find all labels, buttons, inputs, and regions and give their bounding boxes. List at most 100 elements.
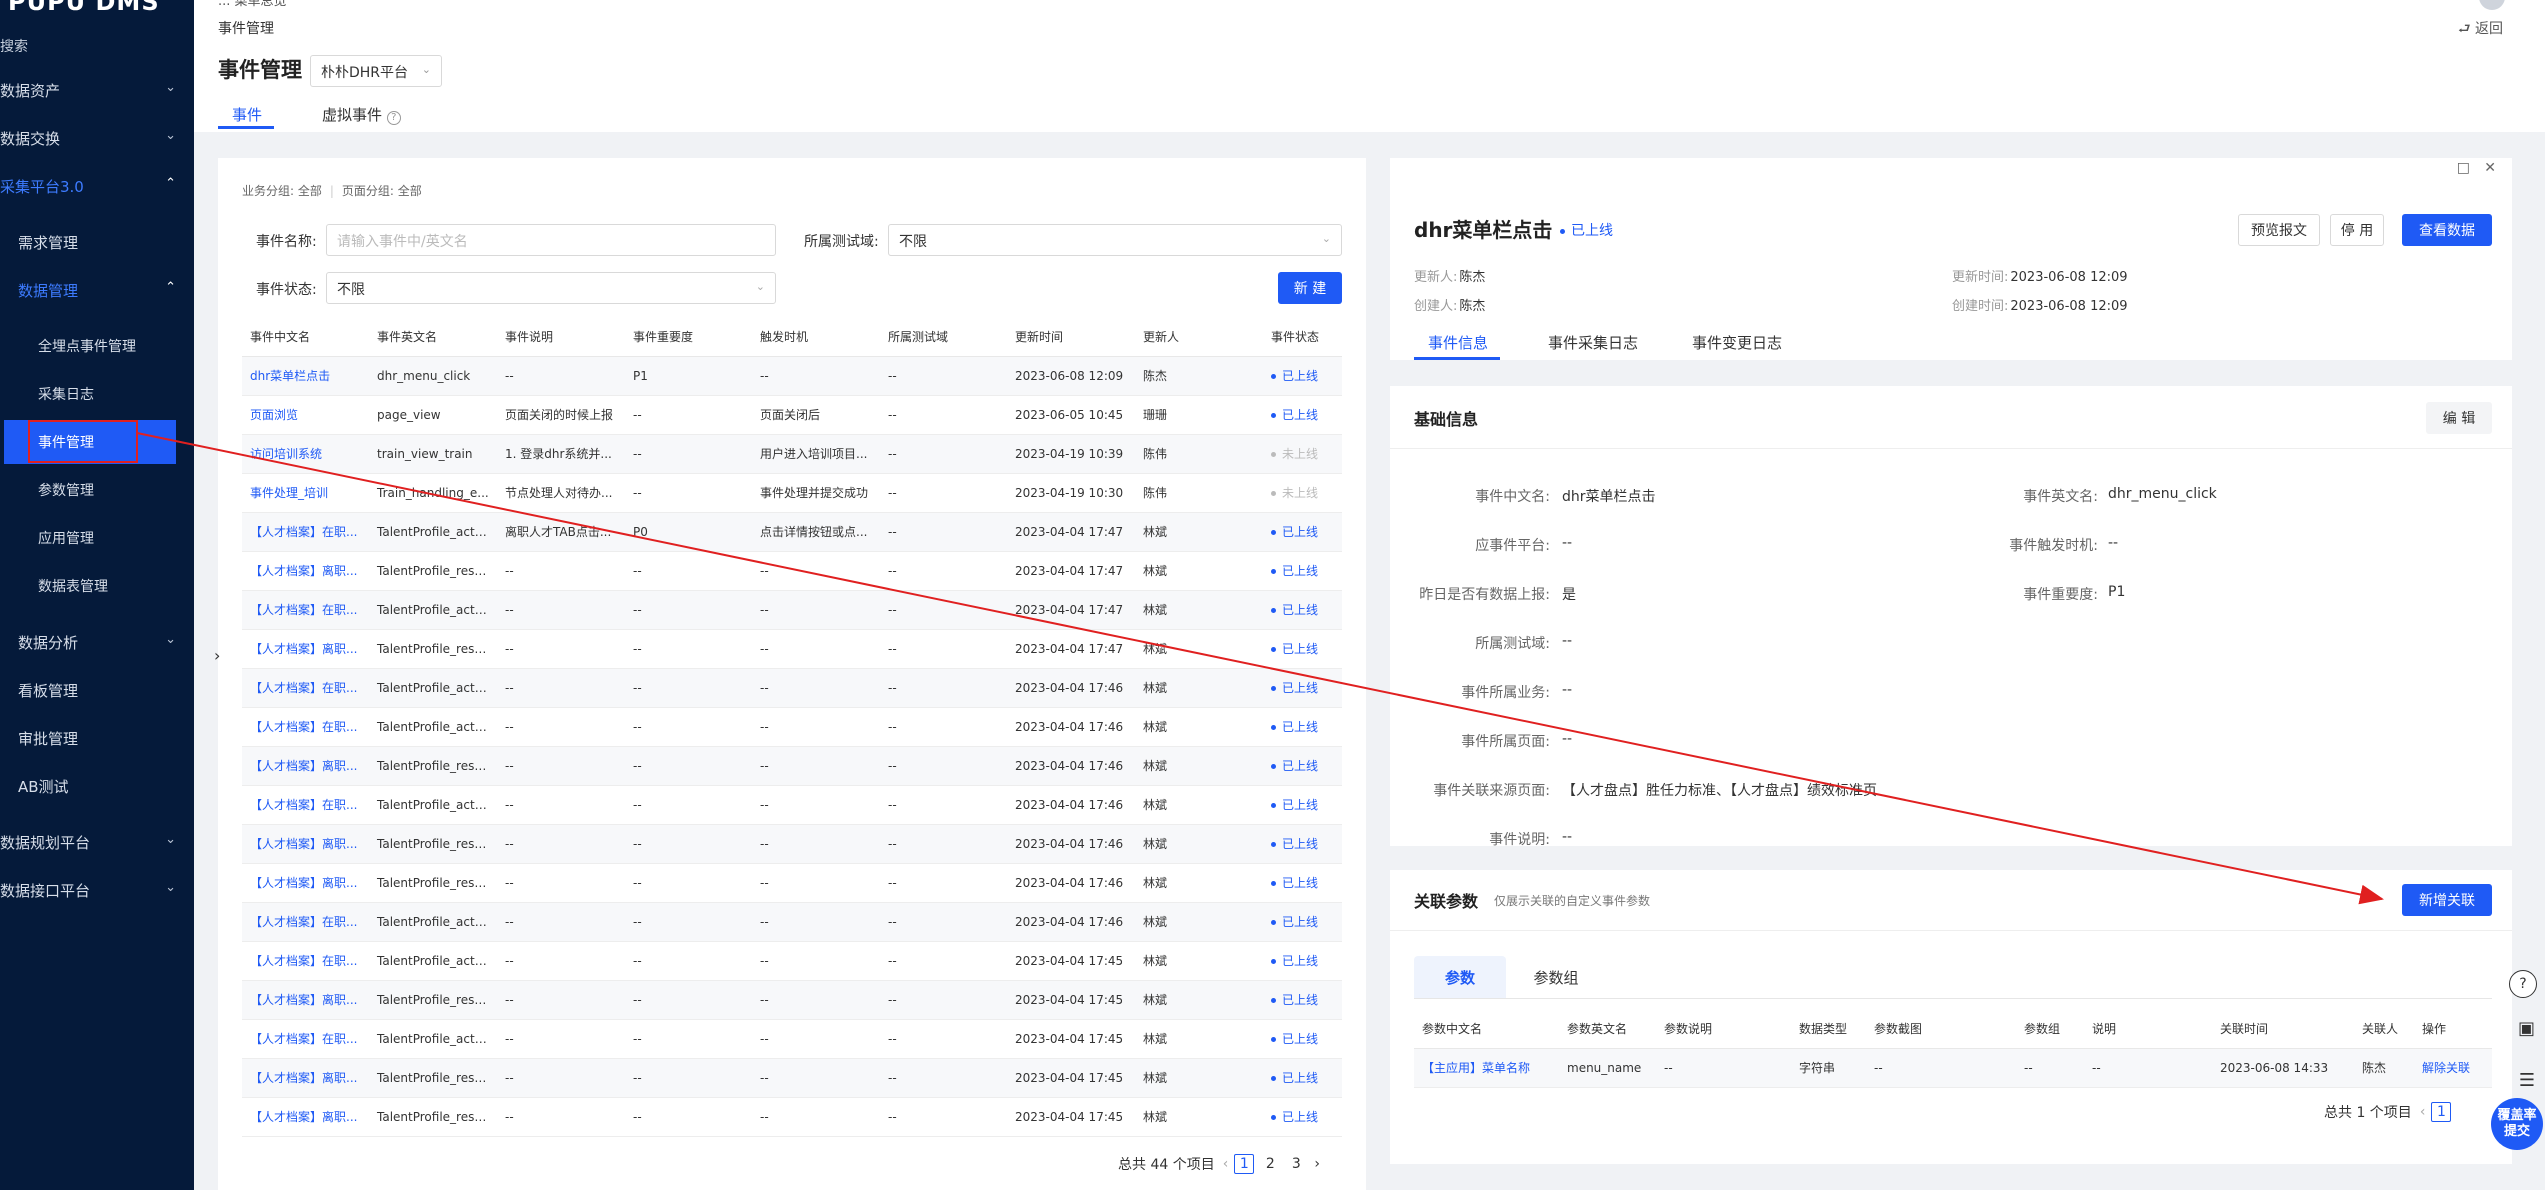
event-name-link[interactable]: 页面浏览 [250, 408, 298, 422]
table-cell[interactable]: 【人才档案】离职... [242, 551, 369, 591]
table-cell[interactable]: 【人才档案】在职... [242, 785, 369, 825]
chevron-left-icon[interactable]: ‹ [1223, 1156, 1229, 1172]
event-name-link[interactable]: 【人才档案】在职... [250, 798, 357, 812]
edit-button[interactable]: 编 辑 [2426, 402, 2492, 434]
event-name-link[interactable]: 【人才档案】在职... [250, 720, 357, 734]
table-cell[interactable]: 【人才档案】在职... [242, 1019, 369, 1059]
tab-param-groups[interactable]: 参数组 [1506, 956, 1606, 998]
sidebar-item-param-management[interactable]: 参数管理 [0, 468, 194, 512]
chevron-right-icon[interactable]: › [1314, 1156, 1320, 1172]
user-avatar[interactable] [2479, 0, 2505, 10]
page-2-button[interactable]: 2 [1260, 1154, 1280, 1174]
table-row[interactable]: 【人才档案】离职... TalentProfile_resi... -- -- -- --… [242, 1058, 1342, 1098]
table-row[interactable]: 【人才档案】离职... TalentProfile_resi... -- -- -- --… [242, 863, 1342, 903]
event-name-link[interactable]: 【人才档案】在职... [250, 681, 357, 695]
table-row[interactable]: 【人才档案】在职... TalentProfile_acti... 离职人才TAB点… [242, 512, 1342, 552]
event-name-link[interactable]: 【人才档案】离职... [250, 759, 357, 773]
sidebar-item-collect-log[interactable]: 采集日志 [0, 372, 194, 416]
table-row[interactable]: 事件处理_培训 Train_handling_e... 节点处理人对待办... -- 事… [242, 473, 1342, 513]
filter-summary-group[interactable]: 业务分组: 全部 [242, 184, 322, 198]
table-cell[interactable]: 【人才档案】在职... [242, 707, 369, 747]
table-row[interactable]: 【人才档案】离职... TalentProfile_resi... -- -- -- --… [242, 980, 1342, 1020]
sidebar-item-event-management[interactable]: 事件管理 [4, 420, 176, 464]
table-cell[interactable]: 【人才档案】离职... [242, 980, 369, 1020]
tab-virtual-events[interactable]: 虚拟事件 ? [322, 104, 401, 125]
param-name-link[interactable]: 【主应用】菜单名称 [1422, 1061, 1530, 1075]
sidebar-item-data-analysis[interactable]: 数据分析 ⌄ [0, 620, 194, 664]
page-1-button[interactable]: 1 [1234, 1154, 1255, 1174]
table-cell[interactable]: 【人才档案】离职... [242, 1097, 369, 1137]
table-row[interactable]: 【人才档案】离职... TalentProfile_resi... -- -- -- --… [242, 551, 1342, 591]
sidebar-item-requirements[interactable]: 需求管理 [0, 220, 194, 264]
sidebar-item-data-management[interactable]: 数据管理 ⌃ [0, 268, 194, 312]
event-name-link[interactable]: 【人才档案】离职... [250, 993, 357, 1007]
event-name-link[interactable]: 【人才档案】离职... [250, 642, 357, 656]
tab-event-info[interactable]: 事件信息 [1428, 332, 1488, 353]
table-row[interactable]: 【人才档案】在职... TalentProfile_acti... -- -- -- --… [242, 902, 1342, 942]
table-row[interactable]: 【人才档案】在职... TalentProfile_acti... -- -- -- --… [242, 1019, 1342, 1059]
table-cell[interactable]: 【人才档案】在职... [242, 590, 369, 630]
event-name-link[interactable]: 【人才档案】离职... [250, 1071, 357, 1085]
question-circle-icon[interactable]: ? [2509, 970, 2537, 998]
table-row[interactable]: dhr菜单栏点击 dhr_menu_click -- P1 -- -- 2023-06-08… [242, 356, 1342, 396]
event-name-link[interactable]: 【人才档案】在职... [250, 603, 357, 617]
collapse-panel-icon[interactable]: › [214, 646, 220, 665]
table-cell[interactable]: 【人才档案】离职... [242, 629, 369, 669]
sidebar-item-data-planning[interactable]: 数据规划平台 ⌄ [0, 820, 194, 864]
view-data-button[interactable]: 查看数据 [2402, 214, 2492, 246]
list-icon[interactable]: ☰ [2519, 1070, 2535, 1091]
tab-change-log[interactable]: 事件变更日志 [1692, 332, 1782, 353]
sidebar-item-data-assets[interactable]: 数据资产 ⌄ [0, 68, 194, 112]
table-row[interactable]: 【人才档案】在职... TalentProfile_acti... -- -- -- --… [242, 590, 1342, 630]
sidebar-item-app-management[interactable]: 应用管理 [0, 516, 194, 560]
table-row[interactable]: 【人才档案】在职... TalentProfile_acti... -- -- -- --… [242, 785, 1342, 825]
sidebar-search[interactable]: 搜索 [0, 36, 28, 56]
preview-payload-button[interactable]: 预览报文 [2238, 214, 2320, 246]
close-icon[interactable]: ✕ [2484, 160, 2496, 176]
add-association-button[interactable]: 新增关联 [2402, 884, 2492, 916]
maximize-icon[interactable]: □ [2457, 160, 2470, 176]
unlink-button[interactable]: 解除关联 [2422, 1061, 2470, 1075]
sidebar-item-data-api[interactable]: 数据接口平台 ⌄ [0, 868, 194, 912]
table-cell[interactable]: 访问培训系统 [242, 434, 369, 474]
source-page-links[interactable]: 【人才盘点】胜任力标准、【人才盘点】绩效标准页 [1562, 780, 1877, 800]
table-cell[interactable]: 【人才档案】离职... [242, 863, 369, 903]
table-cell[interactable]: 【人才档案】离职... [242, 824, 369, 864]
event-name-link[interactable]: 【人才档案】在职... [250, 954, 357, 968]
event-name-link[interactable]: 访问培训系统 [250, 447, 322, 461]
sidebar-item-dashboards[interactable]: 看板管理 [0, 668, 194, 712]
event-name-link[interactable]: 【人才档案】离职... [250, 837, 357, 851]
event-name-link[interactable]: 【人才档案】离职... [250, 876, 357, 890]
table-cell[interactable]: 事件处理_培训 [242, 473, 369, 513]
table-row[interactable]: 【人才档案】离职... TalentProfile_resi... -- -- -- --… [242, 629, 1342, 669]
sidebar-item-table-management[interactable]: 数据表管理 [0, 564, 194, 608]
event-name-link[interactable]: 【人才档案】在职... [250, 525, 357, 539]
event-name-link[interactable]: 【人才档案】在职... [250, 1032, 357, 1046]
chevron-left-icon[interactable]: ‹ [2420, 1104, 2426, 1120]
coverage-submit-button[interactable]: 覆盖率 提交 [2491, 1098, 2543, 1150]
sidebar-item-data-exchange[interactable]: 数据交换 ⌄ [0, 116, 194, 160]
table-row[interactable]: 【人才档案】在职... TalentProfile_acti... -- -- -- --… [242, 941, 1342, 981]
inbox-icon[interactable]: ▣ [2518, 1018, 2535, 1039]
event-name-link[interactable]: 【人才档案】离职... [250, 564, 357, 578]
table-cell[interactable]: 【人才档案】在职... [242, 668, 369, 708]
disable-button[interactable]: 停 用 [2330, 214, 2384, 246]
table-cell[interactable]: 【人才档案】在职... [242, 941, 369, 981]
table-cell[interactable]: 【人才档案】离职... [242, 1058, 369, 1098]
params-page-1-button[interactable]: 1 [2431, 1102, 2452, 1122]
table-row[interactable]: 【人才档案】离职... TalentProfile_resi... -- -- -- --… [242, 746, 1342, 786]
new-event-button[interactable]: 新 建 [1278, 272, 1342, 304]
back-button[interactable]: ⮐ 返回 [2458, 18, 2503, 42]
sidebar-item-autotrack-events[interactable]: 全埋点事件管理 [0, 324, 194, 368]
event-status-select[interactable]: 不限 ⌄ [326, 272, 776, 304]
table-row[interactable]: 【人才档案】在职... TalentProfile_acti... -- -- -- --… [242, 707, 1342, 747]
filter-summary-page[interactable]: 页面分组: 全部 [342, 184, 422, 198]
table-cell[interactable]: 【人才档案】在职... [242, 902, 369, 942]
table-cell[interactable]: 【人才档案】在职... [242, 512, 369, 552]
table-cell[interactable]: 【人才档案】离职... [242, 746, 369, 786]
event-name-link[interactable]: 【人才档案】在职... [250, 915, 357, 929]
event-name-link[interactable]: 【人才档案】离职... [250, 1110, 357, 1124]
sidebar-item-approvals[interactable]: 审批管理 [0, 716, 194, 760]
table-row[interactable]: 访问培训系统 train_view_train 1. 登录dhr系统并... -- 用户… [242, 434, 1342, 474]
test-domain-select[interactable]: 不限 ⌄ [888, 224, 1342, 256]
